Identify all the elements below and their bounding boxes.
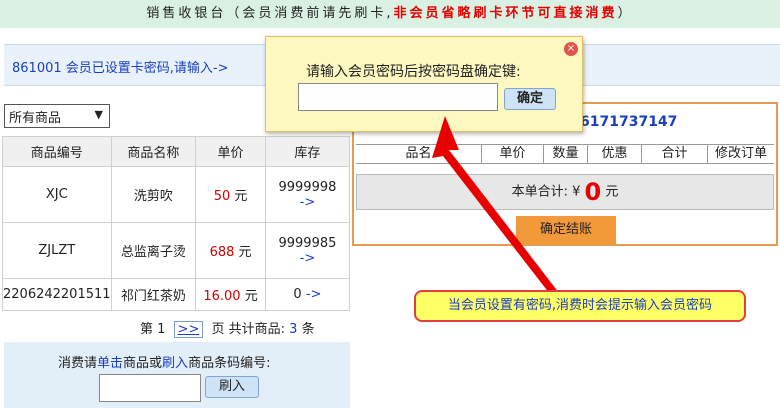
callout-note: 当会员设置有密码,消费时会提示输入会员密码 <box>414 290 746 322</box>
callout-arrow-icon <box>432 116 559 298</box>
